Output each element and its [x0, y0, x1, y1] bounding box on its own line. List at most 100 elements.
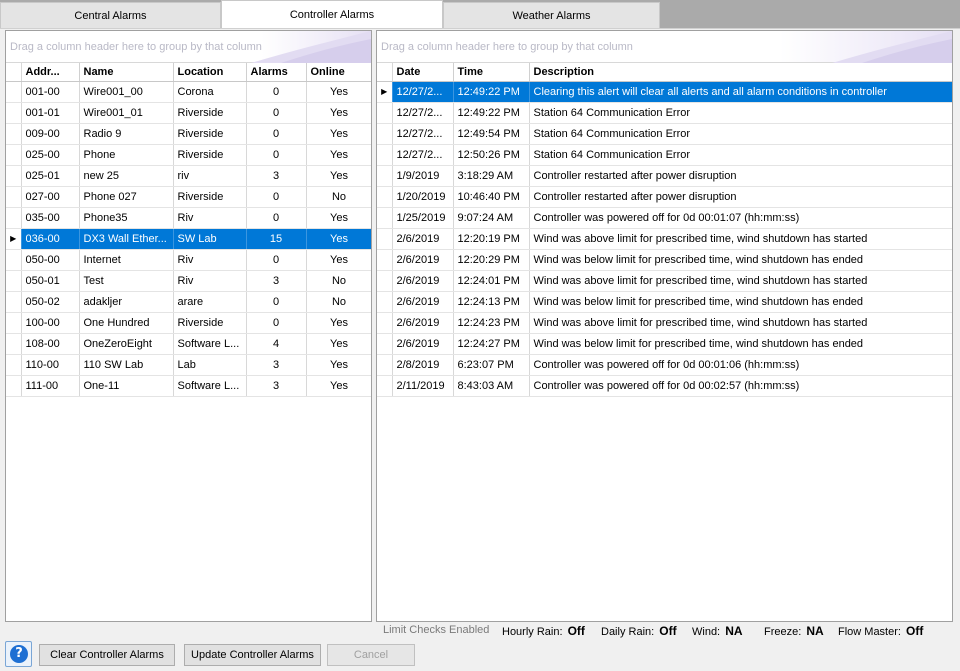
alarm-row[interactable]: 2/6/2019 12:24:01 PM Wind was above limit …	[377, 270, 952, 292]
cell-name[interactable]: 110 SW Lab	[79, 354, 174, 376]
row-indicator[interactable]	[377, 333, 393, 355]
alarm-row[interactable]: 12/27/2... 12:49:22 PM Station 64 Communic…	[377, 102, 952, 124]
cell-name[interactable]: One Hundred	[79, 312, 174, 334]
clear-controller-alarms-button[interactable]: Clear Controller Alarms	[39, 644, 175, 666]
alarm-row[interactable]: 1/25/2019 9:07:24 AM Controller was powere…	[377, 207, 952, 229]
cell-address[interactable]: 050-02	[21, 291, 80, 313]
cell-date[interactable]: 1/20/2019	[392, 186, 454, 208]
cell-address[interactable]: 035-00	[21, 207, 80, 229]
controller-row[interactable]: 111-00 One-11 Software L... 3 Yes	[6, 375, 371, 397]
cell-online[interactable]: No	[306, 186, 371, 208]
column-header-date[interactable]: Date	[392, 63, 454, 82]
alarm-row[interactable]: 12/27/2... 12:49:54 PM Station 64 Communic…	[377, 123, 952, 145]
cell-location[interactable]: Riv	[173, 207, 247, 229]
row-indicator[interactable]	[6, 291, 22, 313]
alarm-row[interactable]: 2/6/2019 12:24:13 PM Wind was below limit …	[377, 291, 952, 313]
cell-name[interactable]: OneZeroEight	[79, 333, 174, 355]
cell-name[interactable]: Phone 027	[79, 186, 174, 208]
cell-date[interactable]: 12/27/2...	[392, 81, 454, 103]
row-indicator[interactable]	[6, 102, 22, 124]
cell-location[interactable]: Corona	[173, 81, 247, 103]
cell-location[interactable]: riv	[173, 165, 247, 187]
column-header-online[interactable]: Online	[306, 63, 371, 82]
cell-time[interactable]: 12:20:29 PM	[453, 249, 530, 271]
row-indicator[interactable]	[6, 81, 22, 103]
row-indicator[interactable]	[377, 375, 393, 397]
alarm-row[interactable]: 2/6/2019 12:20:19 PM Wind was above limit …	[377, 228, 952, 250]
cell-online[interactable]: Yes	[306, 81, 371, 103]
row-indicator[interactable]	[6, 144, 22, 166]
cell-online[interactable]: Yes	[306, 165, 371, 187]
cell-date[interactable]: 12/27/2...	[392, 123, 454, 145]
cell-alarms[interactable]: 0	[246, 81, 307, 103]
cell-alarms[interactable]: 0	[246, 291, 307, 313]
row-indicator[interactable]	[377, 186, 393, 208]
controller-row[interactable]: 108-00 OneZeroEight Software L... 4 Yes	[6, 333, 371, 355]
row-indicator[interactable]	[6, 333, 22, 355]
cell-location[interactable]: Software L...	[173, 333, 247, 355]
controllers-grid[interactable]: Drag a column header here to group by th…	[5, 30, 372, 622]
row-indicator[interactable]	[377, 207, 393, 229]
cell-description[interactable]: Wind was below limit for prescribed time…	[529, 291, 952, 313]
cell-address[interactable]: 025-01	[21, 165, 80, 187]
cell-online[interactable]: Yes	[306, 207, 371, 229]
cell-address[interactable]: 111-00	[21, 375, 80, 397]
cell-location[interactable]: Riverside	[173, 123, 247, 145]
row-indicator[interactable]	[377, 123, 393, 145]
column-header-location[interactable]: Location	[173, 63, 247, 82]
controller-row[interactable]: 025-01 new 25 riv 3 Yes	[6, 165, 371, 187]
help-button[interactable]: ?	[5, 641, 32, 667]
cell-description[interactable]: Controller was powered off for 0d 00:01:…	[529, 354, 952, 376]
controller-row[interactable]: ▶ 036-00 DX3 Wall Ether... SW Lab 15 Yes	[6, 228, 371, 250]
cell-date[interactable]: 2/6/2019	[392, 270, 454, 292]
column-header-address[interactable]: Addr...	[21, 63, 80, 82]
cell-name[interactable]: adakljer	[79, 291, 174, 313]
cell-address[interactable]: 108-00	[21, 333, 80, 355]
cell-description[interactable]: Wind was above limit for prescribed time…	[529, 312, 952, 334]
controller-row[interactable]: 050-00 Internet Riv 0 Yes	[6, 249, 371, 271]
alarm-row[interactable]: 1/20/2019 10:46:40 PM Controller restarted…	[377, 186, 952, 208]
cell-online[interactable]: No	[306, 270, 371, 292]
cell-alarms[interactable]: 0	[246, 207, 307, 229]
cell-location[interactable]: Riverside	[173, 312, 247, 334]
cell-online[interactable]: Yes	[306, 144, 371, 166]
cell-name[interactable]: Radio 9	[79, 123, 174, 145]
cell-location[interactable]: Riv	[173, 249, 247, 271]
cell-alarms[interactable]: 3	[246, 165, 307, 187]
cell-alarms[interactable]: 0	[246, 186, 307, 208]
alarm-row[interactable]: 2/6/2019 12:20:29 PM Wind was below limit …	[377, 249, 952, 271]
cell-alarms[interactable]: 0	[246, 123, 307, 145]
cell-alarms[interactable]: 15	[246, 228, 307, 250]
cell-date[interactable]: 2/6/2019	[392, 249, 454, 271]
cell-online[interactable]: No	[306, 291, 371, 313]
cell-description[interactable]: Station 64 Communication Error	[529, 123, 952, 145]
alarm-row[interactable]: ▶ 12/27/2... 12:49:22 PM Clearing this aler…	[377, 81, 952, 103]
cell-address[interactable]: 050-00	[21, 249, 80, 271]
row-indicator[interactable]	[377, 165, 393, 187]
cell-time[interactable]: 3:18:29 AM	[453, 165, 530, 187]
cell-time[interactable]: 12:24:13 PM	[453, 291, 530, 313]
cell-time[interactable]: 12:24:27 PM	[453, 333, 530, 355]
row-indicator[interactable]	[6, 123, 22, 145]
cell-time[interactable]: 12:49:54 PM	[453, 123, 530, 145]
controller-row[interactable]: 100-00 One Hundred Riverside 0 Yes	[6, 312, 371, 334]
cell-description[interactable]: Controller restarted after power disrupt…	[529, 165, 952, 187]
cell-online[interactable]: Yes	[306, 354, 371, 376]
cell-time[interactable]: 12:24:23 PM	[453, 312, 530, 334]
cell-online[interactable]: Yes	[306, 102, 371, 124]
cell-location[interactable]: SW Lab	[173, 228, 247, 250]
cell-date[interactable]: 1/9/2019	[392, 165, 454, 187]
row-indicator[interactable]	[377, 291, 393, 313]
row-indicator[interactable]	[377, 102, 393, 124]
alarm-row[interactable]: 2/6/2019 12:24:23 PM Wind was above limit …	[377, 312, 952, 334]
cell-alarms[interactable]: 0	[246, 312, 307, 334]
cell-online[interactable]: Yes	[306, 312, 371, 334]
cell-online[interactable]: Yes	[306, 123, 371, 145]
cell-address[interactable]: 050-01	[21, 270, 80, 292]
cell-alarms[interactable]: 0	[246, 249, 307, 271]
row-indicator[interactable]	[377, 354, 393, 376]
column-header-time[interactable]: Time	[453, 63, 530, 82]
cell-location[interactable]: Riv	[173, 270, 247, 292]
row-indicator[interactable]	[6, 375, 22, 397]
cell-address[interactable]: 036-00	[21, 228, 80, 250]
